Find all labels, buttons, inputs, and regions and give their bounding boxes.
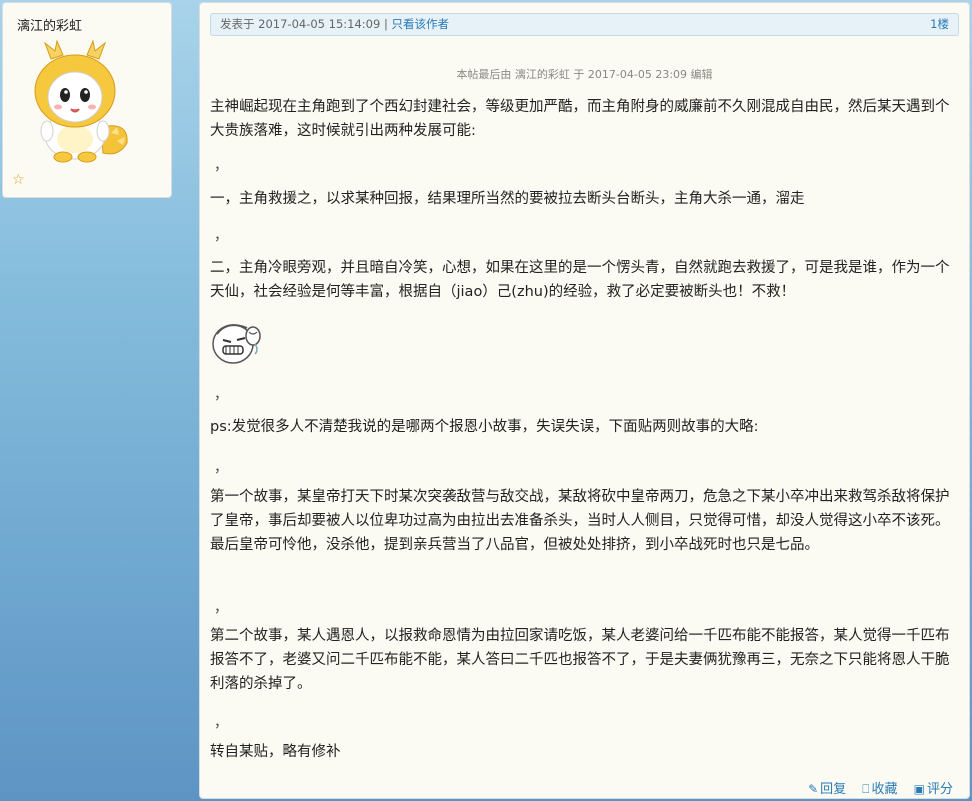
comma-mark: ， bbox=[214, 387, 228, 403]
post-meta-bar: 发表于 2017-04-05 15:14:09 | 只看该作者 1楼 bbox=[210, 13, 959, 36]
post-paragraph: 第二个故事，某人遇恩人，以报救命恩情为由拉回家请吃饭，某人老婆问给一千匹布能不能… bbox=[210, 628, 950, 692]
comma-mark: ， bbox=[214, 158, 228, 174]
pencil-icon: ✎ bbox=[808, 782, 819, 796]
edit-note: 本帖最后由 漓江的彩虹 于 2017-04-05 23:09 编辑 bbox=[456, 68, 713, 81]
star-outline-icon: ☆ bbox=[12, 172, 25, 188]
post-paragraph: ps:发觉很多人不清楚我说的是哪两个报恩小故事，失误失误，下面贴两则故事的大略: bbox=[210, 419, 759, 435]
favorite-label: 收藏 bbox=[871, 782, 898, 797]
post-paragraph: 转自某贴，略有修补 bbox=[210, 744, 341, 760]
post-date: 发表于 2017-04-05 15:14:09 bbox=[220, 17, 381, 31]
post-paragraph: 二，主角冷眼旁观，并且暗自冷笑，心想，如果在这里的是一个愣头青，自然就跑去救援了… bbox=[210, 260, 950, 300]
rating-icon: ▣ bbox=[913, 782, 925, 796]
post-paragraph: 一，主角救援之，以求某种回报，结果理所当然的要被拉去断头台断头，主角大杀一通，溜… bbox=[210, 191, 805, 207]
bookmark-icon: ⎕ bbox=[862, 782, 870, 796]
comma-mark: ， bbox=[214, 228, 228, 244]
author-name[interactable]: 漓江的彩虹 bbox=[17, 15, 82, 34]
comma-mark: ， bbox=[214, 600, 228, 616]
comma-mark: ， bbox=[214, 460, 228, 476]
rate-label: 评分 bbox=[926, 782, 953, 797]
author-sidebar: 漓江的彩虹 ☆ bbox=[2, 2, 172, 198]
floor-number[interactable]: 1楼 bbox=[930, 14, 949, 35]
post-container: 发表于 2017-04-05 15:14:09 | 只看该作者 1楼 本帖最后由… bbox=[199, 2, 970, 799]
comma-mark: ， bbox=[214, 715, 228, 731]
rate-button[interactable]: ▣ 评分 bbox=[914, 782, 953, 797]
favorite-button[interactable]: ⎕ 收藏 bbox=[862, 782, 897, 797]
only-author-link[interactable]: 只看该作者 bbox=[391, 17, 449, 31]
reply-button[interactable]: ✎ 回复 bbox=[808, 782, 846, 797]
reply-label: 回复 bbox=[820, 782, 847, 797]
avatar[interactable] bbox=[23, 35, 135, 165]
separator: | bbox=[383, 17, 388, 31]
post-actions: ✎ 回复 ⎕ 收藏 ▣ 评分 bbox=[796, 778, 953, 797]
post-paragraph: 第一个故事，某皇帝打天下时某次突袭敌营与敌交战，某敌将砍中皇帝两刀，危急之下某小… bbox=[210, 489, 950, 553]
post-paragraph: 主神崛起现在主角跑到了个西幻封建社会，等级更加严酷，而主角附身的威廉前不久刚混成… bbox=[210, 99, 950, 139]
sweat-smiley-emoji bbox=[212, 324, 261, 364]
